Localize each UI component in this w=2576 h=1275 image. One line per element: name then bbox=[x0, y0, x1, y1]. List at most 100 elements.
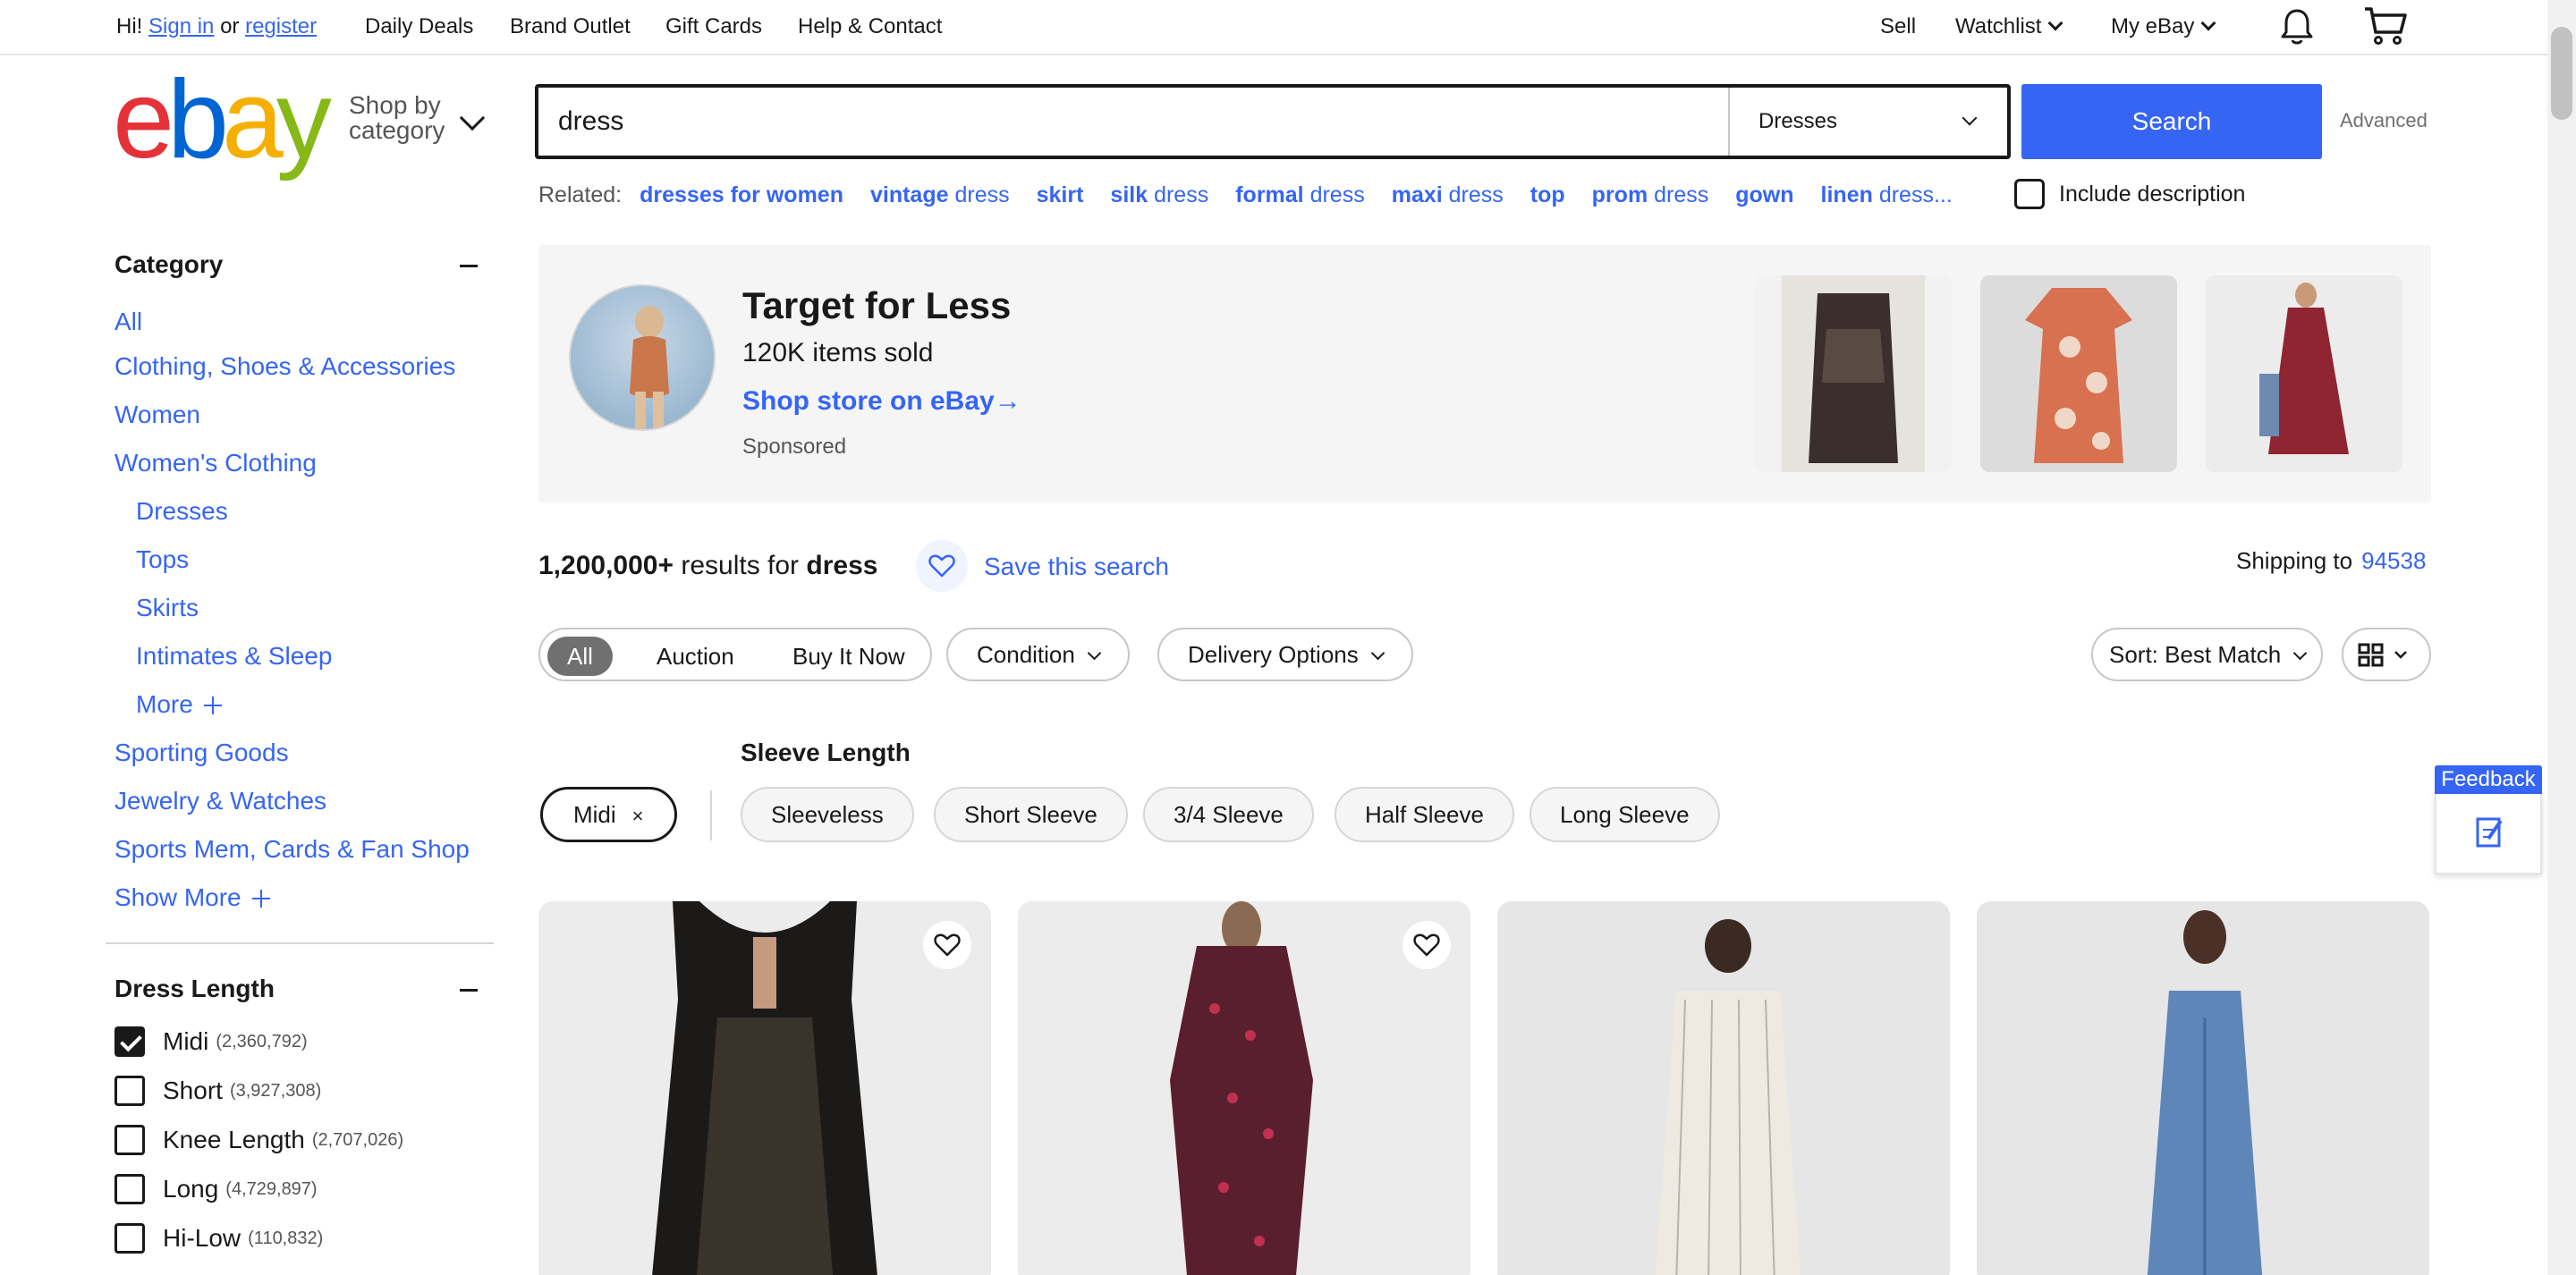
product-card[interactable] bbox=[1497, 901, 1950, 1275]
checkbox[interactable] bbox=[114, 1174, 145, 1204]
collapse-icon[interactable] bbox=[460, 265, 478, 267]
related-link[interactable]: maxi dress bbox=[1392, 182, 1504, 208]
store-title[interactable]: Target for Less bbox=[742, 284, 1011, 327]
search-button[interactable]: Search bbox=[2021, 84, 2322, 159]
shipping-zip[interactable]: 94538 bbox=[2361, 547, 2426, 574]
related-link[interactable]: gown bbox=[1735, 182, 1793, 208]
bell-icon[interactable] bbox=[2277, 7, 2317, 46]
grid-view-icon bbox=[2358, 643, 2384, 667]
related-link[interactable]: linen dress... bbox=[1821, 182, 1953, 208]
scrollbar-thumb[interactable] bbox=[2551, 27, 2572, 120]
chevron-down-icon bbox=[1087, 646, 1102, 661]
my-ebay-menu[interactable]: My eBay bbox=[2111, 14, 2216, 39]
category-link-dresses[interactable]: Dresses bbox=[136, 497, 228, 526]
buying-format-segmented: All Auction Buy It Now bbox=[538, 628, 932, 681]
dress-length-option[interactable]: Midi (2,360,792) bbox=[114, 1026, 308, 1057]
chevron-down-icon[interactable] bbox=[459, 105, 486, 131]
watch-heart-button[interactable] bbox=[1402, 921, 1451, 969]
product-card[interactable] bbox=[538, 901, 991, 1275]
save-search-heart-button[interactable] bbox=[916, 540, 968, 592]
related-link[interactable]: prom dress bbox=[1592, 182, 1709, 208]
dress-length-heading: Dress Length bbox=[114, 975, 275, 1002]
gift-cards-link[interactable]: Gift Cards bbox=[665, 14, 762, 39]
related-link[interactable]: formal dress bbox=[1235, 182, 1365, 208]
store-item-image[interactable] bbox=[1755, 275, 1952, 472]
delivery-options-filter[interactable]: Delivery Options bbox=[1157, 628, 1413, 681]
active-filter-midi-chip[interactable]: Midi × bbox=[540, 787, 677, 842]
collapse-icon[interactable] bbox=[460, 989, 478, 992]
sleeve-chip[interactable]: Sleeveless bbox=[741, 787, 914, 842]
related-link[interactable]: skirt bbox=[1037, 182, 1084, 208]
category-link-more[interactable]: More bbox=[136, 690, 222, 719]
store-item-image[interactable] bbox=[1980, 275, 2177, 472]
cart-icon[interactable] bbox=[2363, 5, 2408, 46]
sign-in-link[interactable]: Sign in bbox=[148, 14, 214, 39]
close-icon[interactable]: × bbox=[632, 805, 644, 827]
category-link-show-more[interactable]: Show More bbox=[114, 883, 270, 912]
sleeve-chip[interactable]: 3/4 Sleeve bbox=[1143, 787, 1314, 842]
sleeve-chip[interactable]: Short Sleeve bbox=[934, 787, 1128, 842]
search-input[interactable] bbox=[558, 88, 1721, 156]
related-link[interactable]: dresses for women bbox=[640, 182, 843, 208]
checkbox-checked[interactable] bbox=[114, 1026, 145, 1057]
feedback-box[interactable] bbox=[2435, 794, 2542, 874]
brand-outlet-link[interactable]: Brand Outlet bbox=[510, 14, 631, 39]
category-link-skirts[interactable]: Skirts bbox=[136, 594, 199, 622]
dress-length-option[interactable]: Long (4,729,897) bbox=[114, 1174, 318, 1204]
checkbox-box[interactable] bbox=[2014, 179, 2045, 209]
category-link-sports-mem[interactable]: Sports Mem, Cards & Fan Shop bbox=[114, 835, 470, 864]
store-item-image[interactable] bbox=[2206, 275, 2402, 472]
option-label: Short bbox=[163, 1077, 223, 1104]
save-search-link[interactable]: Save this search bbox=[984, 553, 1169, 581]
dress-length-option[interactable]: Short (3,927,308) bbox=[114, 1076, 321, 1106]
related-link[interactable]: top bbox=[1530, 182, 1565, 208]
include-description-checkbox[interactable]: Include description bbox=[2014, 179, 2245, 209]
filter-all[interactable]: All bbox=[547, 637, 613, 676]
category-link-women[interactable]: Women bbox=[114, 401, 200, 429]
shop-store-label: Shop store on eBay bbox=[742, 386, 995, 416]
daily-deals-link[interactable]: Daily Deals bbox=[365, 14, 473, 39]
category-link-all[interactable]: All bbox=[114, 308, 142, 336]
include-description-label: Include description bbox=[2059, 181, 2246, 207]
shipping-to[interactable]: Shipping to 94538 bbox=[2236, 547, 2426, 575]
store-avatar[interactable] bbox=[569, 284, 716, 431]
category-link-womens-clothing[interactable]: Women's Clothing bbox=[114, 449, 317, 477]
greeting-text: Hi! bbox=[116, 14, 143, 38]
search-category-select[interactable]: Dresses bbox=[1728, 88, 2007, 156]
ebay-logo[interactable]: ebay bbox=[113, 64, 332, 175]
feedback-tab[interactable]: Feedback bbox=[2435, 765, 2542, 874]
category-link-jewelry[interactable]: Jewelry & Watches bbox=[114, 787, 326, 815]
related-link[interactable]: vintage dress bbox=[870, 182, 1010, 208]
sleeve-chip[interactable]: Long Sleeve bbox=[1530, 787, 1720, 842]
sort-dropdown[interactable]: Sort: Best Match bbox=[2091, 628, 2324, 681]
category-link-sporting[interactable]: Sporting Goods bbox=[114, 739, 289, 767]
checkbox[interactable] bbox=[114, 1076, 145, 1106]
option-label: Midi bbox=[163, 1027, 209, 1055]
related-link[interactable]: silk dress bbox=[1110, 182, 1208, 208]
filter-auction[interactable]: Auction bbox=[637, 637, 754, 676]
shop-store-link[interactable]: Shop store on eBay→ bbox=[742, 386, 1021, 417]
sleeve-chip[interactable]: Half Sleeve bbox=[1335, 787, 1514, 842]
watch-heart-button[interactable] bbox=[923, 921, 971, 969]
dress-length-option[interactable]: Knee Length (2,707,026) bbox=[114, 1125, 403, 1155]
watchlist-menu[interactable]: Watchlist bbox=[1955, 14, 2063, 39]
category-link-clothing[interactable]: Clothing, Shoes & Accessories bbox=[114, 352, 455, 381]
page-scrollbar[interactable] bbox=[2547, 0, 2576, 1275]
condition-filter[interactable]: Condition bbox=[946, 628, 1130, 681]
category-link-tops[interactable]: Tops bbox=[136, 545, 189, 574]
category-link-intimates[interactable]: Intimates & Sleep bbox=[136, 642, 332, 671]
sponsored-store-banner[interactable]: Target for Less 120K items sold Shop sto… bbox=[538, 245, 2431, 502]
shop-by-category-button[interactable]: Shop by category bbox=[349, 93, 445, 143]
dress-length-option[interactable]: Hi-Low (110,832) bbox=[114, 1223, 323, 1254]
register-link[interactable]: register bbox=[245, 14, 317, 39]
view-toggle-button[interactable] bbox=[2342, 628, 2431, 681]
checkbox[interactable] bbox=[114, 1223, 145, 1254]
results-number: 1,200,000+ bbox=[538, 551, 674, 580]
product-card[interactable] bbox=[1018, 901, 1470, 1275]
sell-link[interactable]: Sell bbox=[1880, 14, 1916, 39]
filter-buy-it-now[interactable]: Buy It Now bbox=[773, 637, 925, 676]
product-card[interactable] bbox=[1977, 901, 2429, 1275]
checkbox[interactable] bbox=[114, 1125, 145, 1155]
advanced-search-link[interactable]: Advanced bbox=[2340, 109, 2428, 132]
help-contact-link[interactable]: Help & Contact bbox=[798, 14, 942, 39]
